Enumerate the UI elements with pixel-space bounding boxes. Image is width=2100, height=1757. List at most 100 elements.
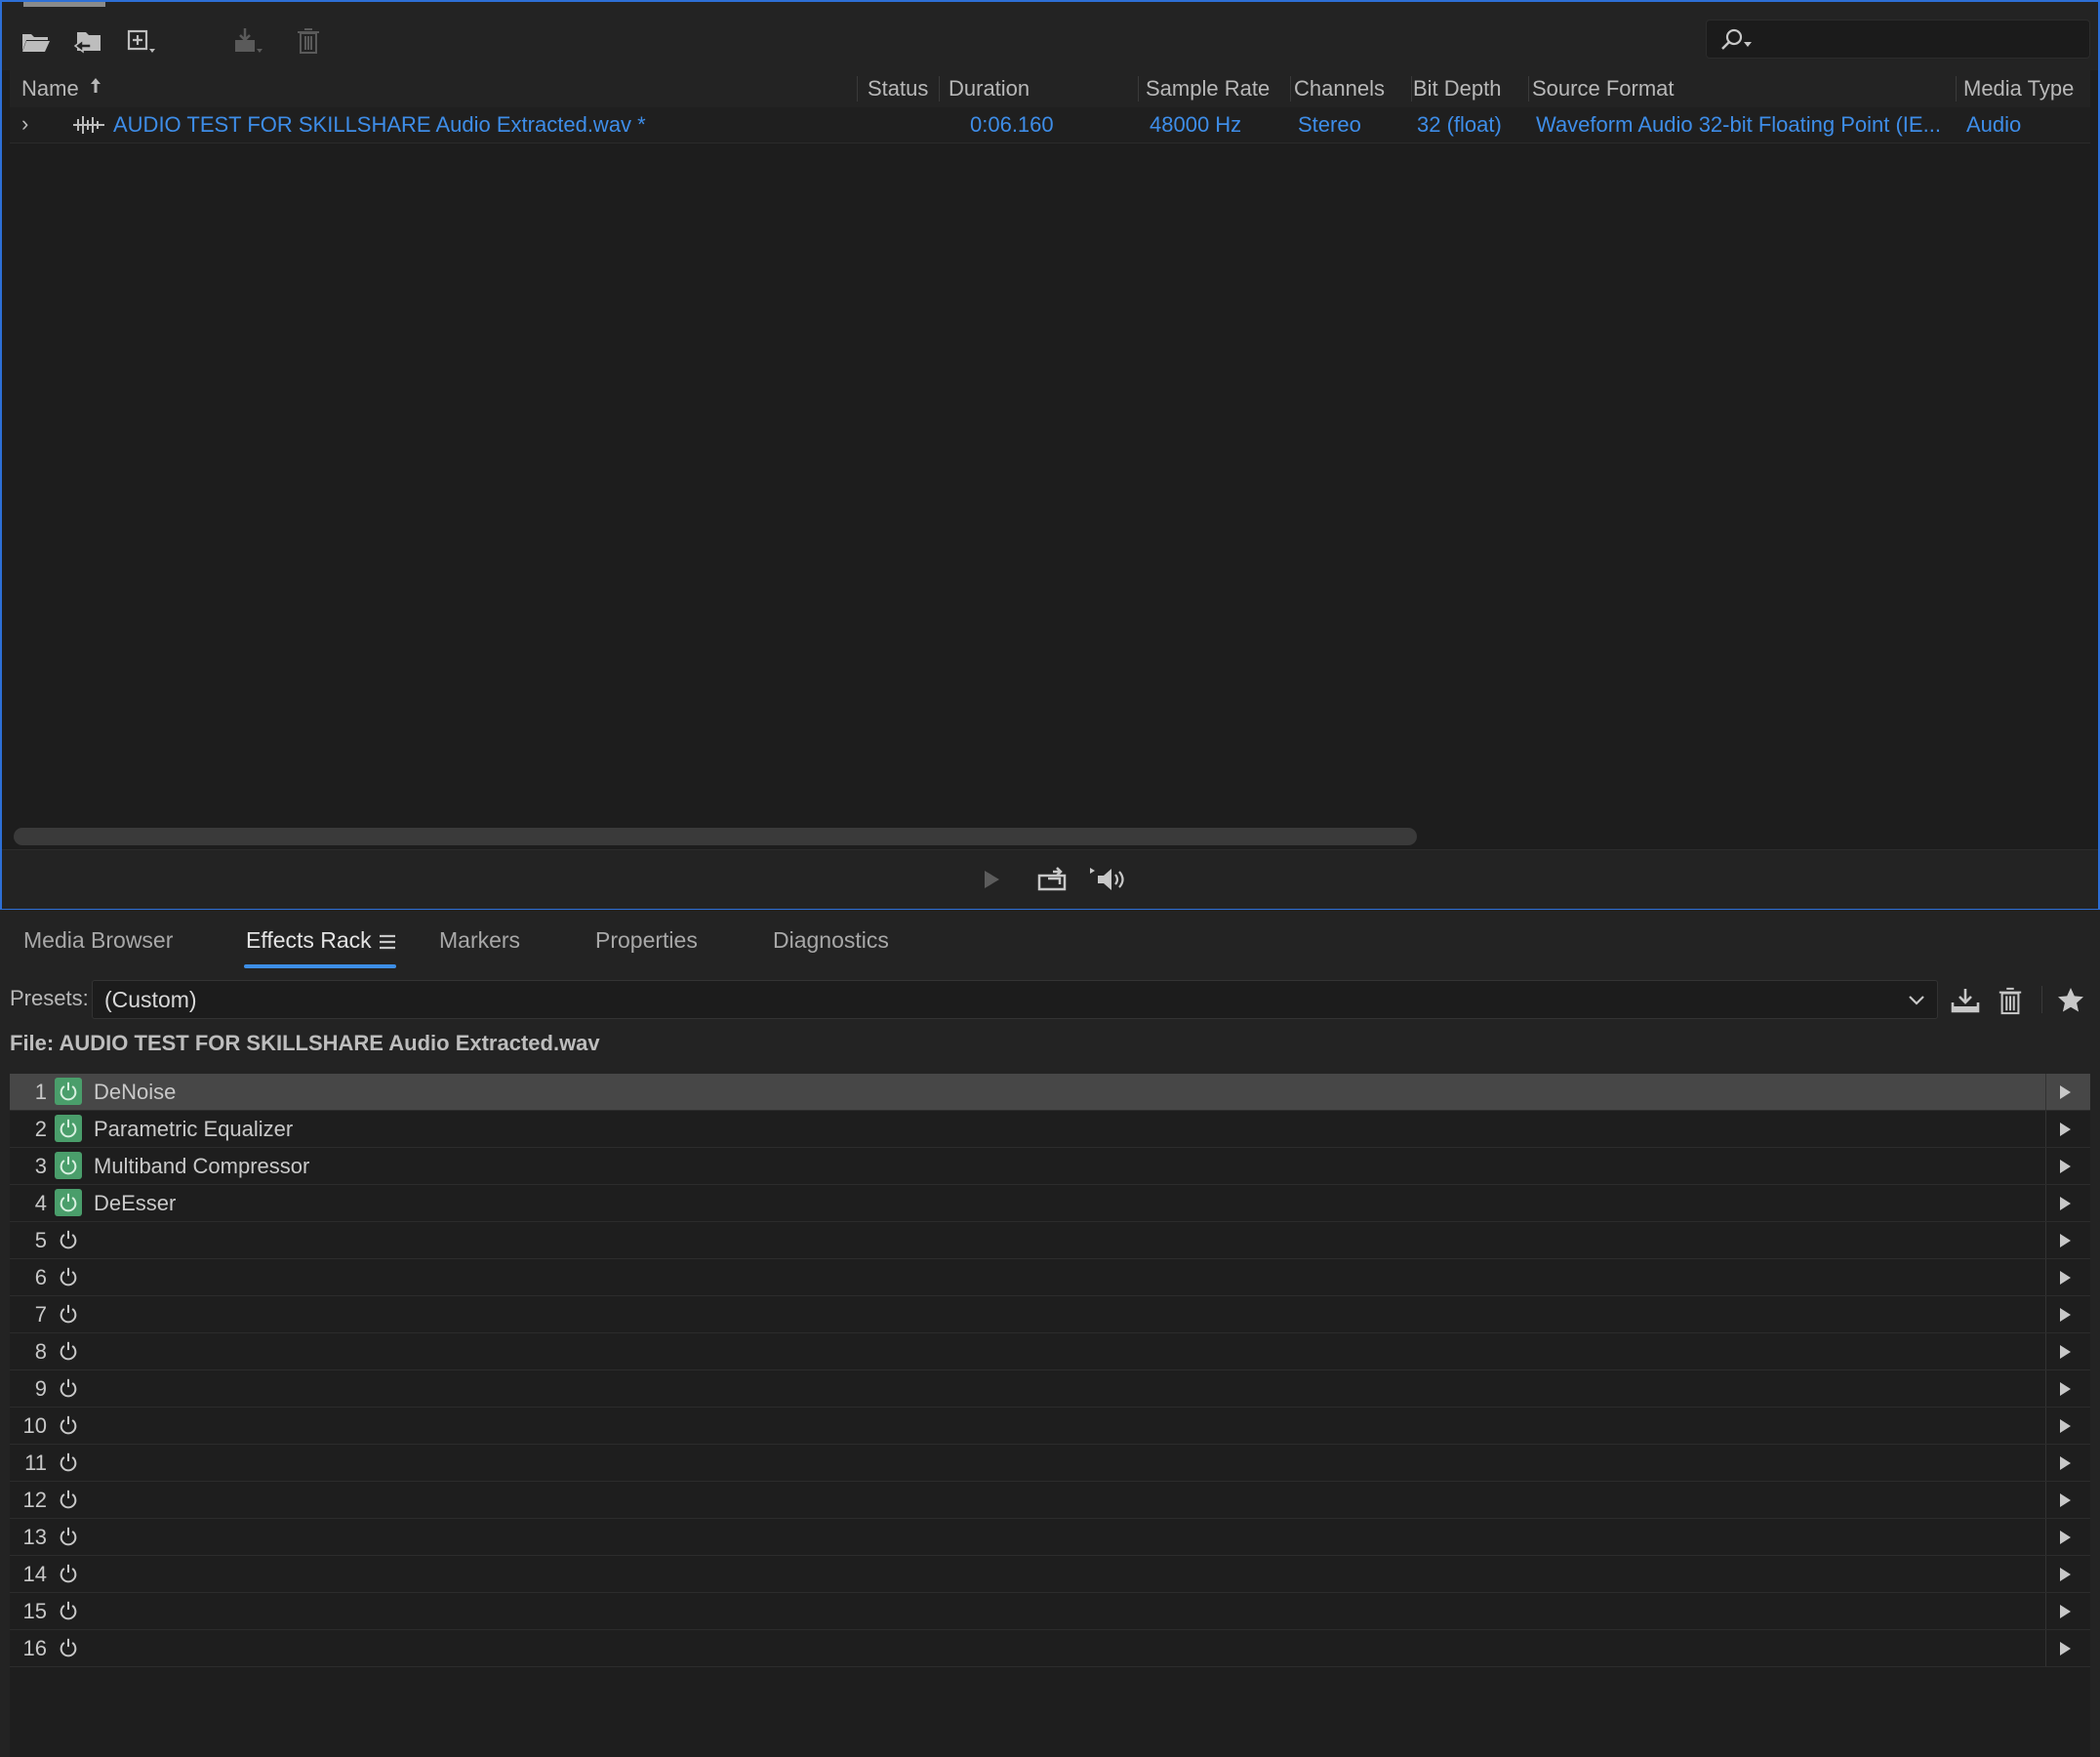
power-toggle-icon[interactable] [55, 1263, 82, 1290]
power-toggle-icon[interactable] [55, 1486, 82, 1513]
tab-effects-rack[interactable]: Effects Rack [246, 923, 372, 957]
effect-slot[interactable]: 4 DeEsser [10, 1185, 2090, 1222]
effect-menu-arrow-icon[interactable] [2057, 1566, 2073, 1583]
tab-markers[interactable]: Markers [439, 923, 520, 957]
search-box[interactable] [1706, 20, 2090, 59]
effect-slot[interactable]: 15 [10, 1593, 2090, 1630]
play-icon[interactable] [972, 862, 1011, 897]
column-header-media-type[interactable]: Media Type [1963, 70, 2074, 107]
effect-menu-arrow-icon[interactable] [2057, 1306, 2073, 1324]
effect-menu-arrow-icon[interactable] [2057, 1232, 2073, 1249]
tab-media-browser[interactable]: Media Browser [23, 923, 173, 957]
effect-menu-arrow-icon[interactable] [2057, 1640, 2073, 1657]
column-separator[interactable] [939, 76, 940, 102]
effect-slot[interactable]: 10 [10, 1408, 2090, 1445]
delete-preset-icon[interactable] [1993, 984, 2028, 1017]
effect-menu-arrow-icon[interactable] [2057, 1269, 2073, 1287]
effect-slot[interactable]: 16 [10, 1630, 2090, 1667]
effect-slot[interactable]: 1 DeNoise [10, 1074, 2090, 1111]
slot-divider [2045, 1296, 2046, 1332]
new-file-icon[interactable] [121, 21, 160, 61]
power-toggle-icon[interactable] [55, 1597, 82, 1624]
power-toggle-icon[interactable] [55, 1634, 82, 1661]
effect-menu-arrow-icon[interactable] [2057, 1380, 2073, 1398]
power-toggle-icon[interactable] [55, 1523, 82, 1550]
effect-menu-arrow-icon[interactable] [2057, 1491, 2073, 1509]
favorite-star-icon[interactable] [2053, 984, 2088, 1017]
effect-slot-number: 7 [34, 1302, 47, 1327]
effect-menu-arrow-icon[interactable] [2057, 1454, 2073, 1472]
power-toggle-icon[interactable] [55, 1226, 82, 1253]
column-separator[interactable] [1956, 76, 1957, 102]
effect-menu-arrow-icon[interactable] [2057, 1603, 2073, 1620]
current-file-label: File: AUDIO TEST FOR SKILLSHARE Audio Ex… [10, 1031, 600, 1055]
save-preset-icon[interactable] [1948, 984, 1983, 1017]
power-toggle-icon[interactable] [55, 1115, 82, 1142]
column-header-channels[interactable]: Channels [1294, 70, 1385, 107]
power-toggle-icon[interactable] [55, 1411, 82, 1439]
presets-dropdown[interactable]: (Custom) [92, 980, 1938, 1019]
power-toggle-icon[interactable] [55, 1189, 82, 1216]
auto-play-volume-icon[interactable] [1089, 862, 1128, 897]
power-toggle-icon[interactable] [55, 1300, 82, 1328]
effect-slot[interactable]: 13 [10, 1519, 2090, 1556]
expand-chevron-icon[interactable]: › [21, 107, 28, 143]
effect-menu-arrow-icon[interactable] [2057, 1158, 2073, 1175]
effect-menu-arrow-icon[interactable] [2057, 1083, 2073, 1101]
horizontal-scrollbar-thumb[interactable] [14, 828, 1417, 845]
effect-slot[interactable]: 11 [10, 1445, 2090, 1482]
import-file-icon[interactable] [68, 21, 107, 61]
power-toggle-icon[interactable] [55, 1337, 82, 1365]
effect-slot[interactable]: 5 [10, 1222, 2090, 1259]
effect-slot[interactable]: 14 [10, 1556, 2090, 1593]
insert-into-multitrack-icon[interactable] [228, 21, 267, 61]
column-separator[interactable] [1528, 76, 1529, 102]
effect-menu-arrow-icon[interactable] [2057, 1343, 2073, 1361]
power-toggle-icon[interactable] [55, 1449, 82, 1476]
slot-divider [2045, 1259, 2046, 1295]
column-header-bit-depth[interactable]: Bit Depth [1413, 70, 1502, 107]
effect-slot-number: 5 [34, 1228, 47, 1252]
column-header-duration[interactable]: Duration [949, 70, 1030, 107]
column-separator[interactable] [1138, 76, 1139, 102]
search-input[interactable] [1761, 24, 2078, 54]
effect-slot[interactable]: 12 [10, 1482, 2090, 1519]
effect-menu-arrow-icon[interactable] [2057, 1529, 2073, 1546]
power-toggle-icon[interactable] [55, 1152, 82, 1179]
effect-slot[interactable]: 3 Multiband Compressor [10, 1148, 2090, 1185]
effect-name[interactable]: Multiband Compressor [94, 1148, 309, 1184]
file-row[interactable]: › AUDIO TEST FOR SKILLSHARE Audio Extrac… [10, 107, 2090, 143]
effect-name[interactable]: DeNoise [94, 1074, 176, 1110]
column-header-source-format[interactable]: Source Format [1532, 70, 1675, 107]
file-name-cell[interactable]: AUDIO TEST FOR SKILLSHARE Audio Extracte… [113, 107, 855, 143]
power-toggle-icon[interactable] [55, 1078, 82, 1105]
tab-diagnostics[interactable]: Diagnostics [773, 923, 889, 957]
effect-menu-arrow-icon[interactable] [2057, 1195, 2073, 1212]
effect-slot[interactable]: 2 Parametric Equalizer [10, 1111, 2090, 1148]
panel-menu-icon[interactable] [377, 931, 398, 953]
loop-icon[interactable] [1032, 862, 1071, 897]
slot-divider [2045, 1445, 2046, 1481]
effect-menu-arrow-icon[interactable] [2057, 1417, 2073, 1435]
effect-slot[interactable]: 7 [10, 1296, 2090, 1333]
effect-name[interactable]: DeEsser [94, 1185, 176, 1221]
power-toggle-icon[interactable] [55, 1374, 82, 1402]
tab-properties[interactable]: Properties [595, 923, 698, 957]
open-file-icon[interactable] [16, 21, 55, 61]
effects-rack-panel: Media Browser Effects Rack Markers Prope… [0, 912, 2100, 1757]
delete-file-icon[interactable] [289, 21, 328, 61]
column-separator[interactable] [1290, 76, 1291, 102]
column-header-sample-rate[interactable]: Sample Rate [1146, 70, 1270, 107]
effect-slot[interactable]: 9 [10, 1370, 2090, 1408]
column-separator[interactable] [857, 76, 858, 102]
horizontal-scrollbar[interactable] [14, 828, 2088, 849]
effect-name[interactable]: Parametric Equalizer [94, 1111, 293, 1147]
effect-slot[interactable]: 8 [10, 1333, 2090, 1370]
column-separator[interactable] [1411, 76, 1412, 102]
column-header-name[interactable]: Name [21, 70, 102, 107]
power-toggle-icon[interactable] [55, 1560, 82, 1587]
effect-menu-arrow-icon[interactable] [2057, 1121, 2073, 1138]
file-list-area[interactable] [10, 143, 2090, 846]
column-header-status[interactable]: Status [868, 70, 928, 107]
effect-slot[interactable]: 6 [10, 1259, 2090, 1296]
